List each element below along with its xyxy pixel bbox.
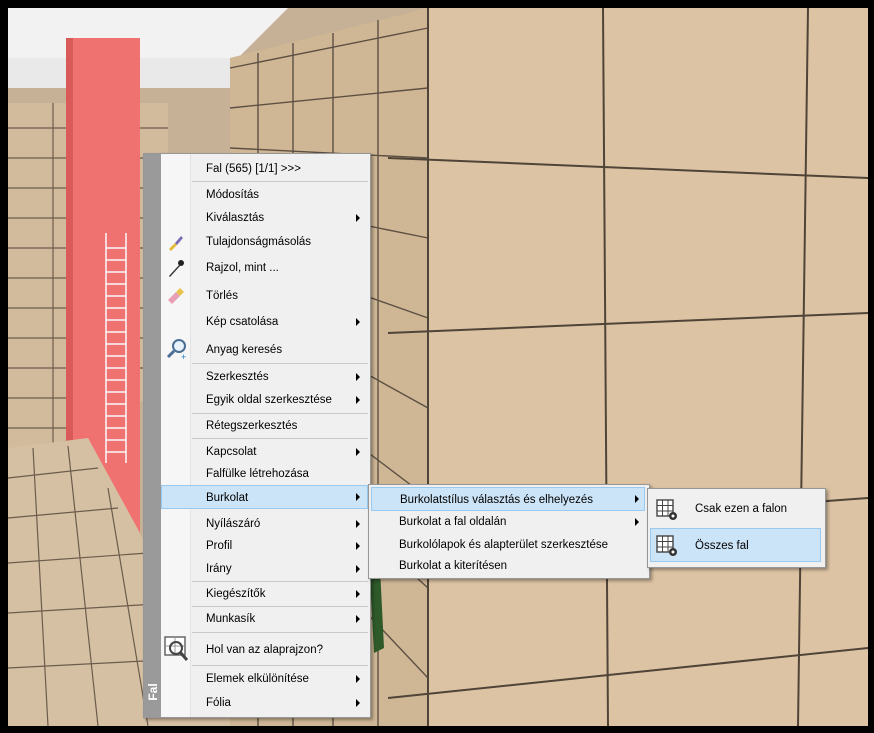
submenu-item-fal-oldalan[interactable]: Burkolat a fal oldalán [371,510,645,534]
magnifier-icon: + [166,339,186,361]
side-strip-label: Fal [146,683,160,701]
menu-item-falfulke[interactable]: Falfülke létrehozása [161,462,368,486]
submenu-arrow-icon [356,542,360,550]
menu-separator [192,632,368,633]
menu-item-anyag-kereses[interactable]: + Anyag keresés [161,338,368,362]
svg-text:+: + [181,352,186,361]
brush-icon [169,236,183,251]
menu-side-strip: Fal [144,154,161,717]
menu-item-wall-info[interactable]: Fal (565) [1/1] >>> [161,157,368,181]
submenu-arrow-icon [356,615,360,623]
menu-item-tulajdonsagmasolas[interactable]: Tulajdonságmásolás [161,230,368,254]
menu-item-retegszerkesztes[interactable]: Rétegszerkesztés [161,414,368,438]
submenu-arrow-icon [635,495,639,503]
submenu-arrow-icon [356,590,360,598]
submenu-arrow-icon [356,675,360,683]
menu-item-rajzol[interactable]: Rajzol, mint ... [161,256,368,280]
submenu-arrow-icon [356,214,360,222]
menu-item-folia[interactable]: Fólia [161,691,368,715]
menu-separator [192,181,368,182]
menu-item-elemek[interactable]: Elemek elkülönítése [161,667,368,691]
submenu-item-kiteritesen[interactable]: Burkolat a kiterítésen [371,554,645,578]
menu-item-profil[interactable]: Profil [161,534,368,558]
menu-item-hol-van[interactable]: Hol van az alaprajzon? [161,636,368,662]
menu-item-modositas[interactable]: Módosítás [161,183,368,207]
submenu-item-burkolatstilus[interactable]: Burkolatstílus választás és elhelyezés [371,487,645,511]
submenu-item-osszes-fal[interactable]: Összes fal [650,528,821,562]
menu-item-munkasik[interactable]: Munkasík [161,607,368,631]
submenu-arrow-icon [356,373,360,381]
menu-separator [192,438,368,439]
submenu-arrow-icon [356,699,360,707]
submenu-arrow-icon [356,318,360,326]
submenu-item-csak-ezen[interactable]: Csak ezen a falon [650,492,821,526]
eraser-icon [168,288,184,304]
menu-item-torles[interactable]: Törlés [161,284,368,308]
3d-viewport[interactable] [8,8,868,726]
menu-item-nyilaszaro[interactable]: Nyílászáró [161,512,368,536]
menu-item-kiegeszitok[interactable]: Kiegészítők [161,582,368,606]
menu-item-kivalasztas[interactable]: Kiválasztás [161,206,368,230]
pipette-icon [169,260,184,277]
menu-item-egyik-oldal[interactable]: Egyik oldal szerkesztése [161,388,368,412]
submenu-arrow-icon [356,448,360,456]
submenu-arrow-icon [356,520,360,528]
menu-item-kep-csatolasa[interactable]: Kép csatolása [161,310,368,334]
submenu-arrow-icon [635,518,639,526]
menu-separator [192,665,368,666]
tile-grid-gear-icon [656,499,677,520]
burkolatstilus-submenu: Csak ezen a falon Összes fal [647,488,826,568]
menu-item-szerkesztes[interactable]: Szerkesztés [161,365,368,389]
burkolat-submenu: Burkolatstílus választás és elhelyezés B… [368,484,650,579]
tile-grid-gear-icon [656,535,677,556]
bathroom-scene [8,8,868,726]
submenu-arrow-icon [356,493,360,501]
menu-item-burkolat[interactable]: Burkolat [161,485,368,509]
menu-item-irany[interactable]: Irány [161,557,368,581]
context-menu: Fal Fal (565) [1/1] >>> Módosítás Kivála… [143,153,371,718]
menu-separator [192,363,368,364]
submenu-arrow-icon [356,396,360,404]
menu-item-kapcsolat[interactable]: Kapcsolat [161,440,368,464]
floorplan-search-icon [164,636,189,661]
submenu-arrow-icon [356,565,360,573]
